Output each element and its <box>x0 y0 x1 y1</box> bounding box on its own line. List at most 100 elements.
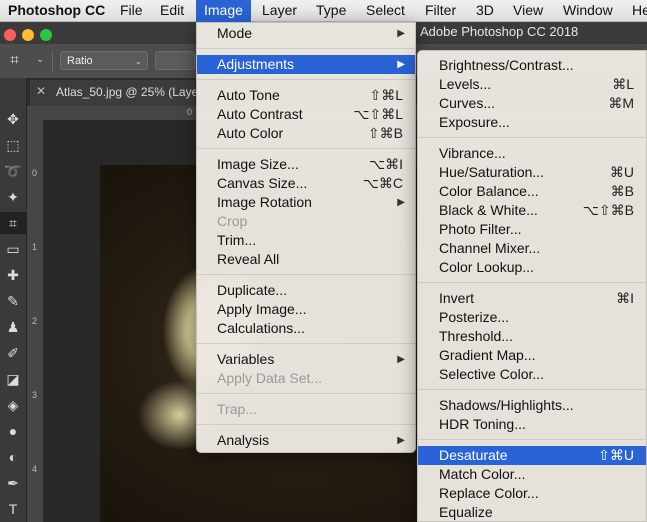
ruler-tool-icon[interactable]: ▭ <box>0 238 26 260</box>
menu-item-black-white[interactable]: Black & White... ⌥⇧⌘B <box>418 201 646 220</box>
paint-bucket-tool-icon[interactable]: ◈ <box>0 394 26 416</box>
eraser-tool-icon[interactable]: ◪ <box>0 368 26 390</box>
zoom-window-icon[interactable] <box>40 29 52 41</box>
menu-item-label: Equalize <box>439 504 493 520</box>
menu-item-mode[interactable]: Mode ▶ <box>197 24 415 43</box>
menu-window[interactable]: Window <box>555 0 621 22</box>
shortcut-label: ⌘U <box>609 164 634 180</box>
menu-item-label: Hue/Saturation... <box>439 164 545 180</box>
close-window-icon[interactable] <box>4 29 16 41</box>
crop-tool-icon[interactable]: ⌗ <box>0 212 26 234</box>
menu-file[interactable]: File <box>112 0 151 22</box>
menu-item-label: Vibrance... <box>439 145 506 161</box>
menu-item-image-rotation[interactable]: Image Rotation ▶ <box>197 193 415 212</box>
menu-select[interactable]: Select <box>358 0 413 22</box>
marquee-tool-icon[interactable]: ⬚ <box>0 134 26 156</box>
crop-ratio-value: Ratio <box>67 55 93 67</box>
menu-item-color-lookup[interactable]: Color Lookup... <box>418 258 646 277</box>
menu-item-exposure[interactable]: Exposure... <box>418 113 646 132</box>
shortcut-label: ⌥⌘I <box>368 156 403 172</box>
divider <box>197 393 415 394</box>
ruler-label: 2 <box>32 316 38 326</box>
menu-item-label: Apply Image... <box>217 301 307 317</box>
ruler-label: 0 <box>32 168 38 178</box>
magic-wand-tool-icon[interactable]: ✦ <box>0 186 26 208</box>
menu-item-adjustments[interactable]: Adjustments ▶ <box>197 55 415 74</box>
pen-tool-icon[interactable]: ✒ <box>0 472 26 494</box>
menu-item-label: Levels... <box>439 76 492 92</box>
menu-filter[interactable]: Filter <box>417 0 464 22</box>
menu-item-trim[interactable]: Trim... <box>197 231 415 250</box>
menu-item-auto-color[interactable]: Auto Color ⇧⌘B <box>197 124 415 143</box>
divider <box>418 282 646 283</box>
crop-ratio-select[interactable]: Ratio ⌄ <box>60 51 148 70</box>
menu-item-equalize[interactable]: Equalize <box>418 503 646 522</box>
menu-app-photoshop[interactable]: Photoshop CC <box>0 0 113 22</box>
menu-item-label: Threshold... <box>439 328 513 344</box>
menu-image[interactable]: Image <box>196 0 251 22</box>
menu-item-selective-color[interactable]: Selective Color... <box>418 365 646 384</box>
menu-item-hue-saturation[interactable]: Hue/Saturation... ⌘U <box>418 163 646 182</box>
document-tab-label: Atlas_50.jpg @ 25% (Layer <box>56 85 203 99</box>
healing-brush-tool-icon[interactable]: ✚ <box>0 264 26 286</box>
menu-type[interactable]: Type <box>308 0 354 22</box>
move-tool-icon[interactable]: ✥ <box>0 108 26 130</box>
menu-layer[interactable]: Layer <box>254 0 305 22</box>
lasso-tool-icon[interactable]: ➰ <box>0 160 26 182</box>
menu-item-invert[interactable]: Invert ⌘I <box>418 289 646 308</box>
menu-item-variables[interactable]: Variables ▶ <box>197 350 415 369</box>
minimize-window-icon[interactable] <box>22 29 34 41</box>
menu-item-label: Invert <box>439 290 475 306</box>
menu-edit[interactable]: Edit <box>152 0 192 22</box>
shortcut-label: ⌘B <box>610 183 634 199</box>
menu-item-shadows-highlights[interactable]: Shadows/Highlights... <box>418 396 646 415</box>
menu-item-duplicate[interactable]: Duplicate... <box>197 281 415 300</box>
menu-item-threshold[interactable]: Threshold... <box>418 327 646 346</box>
menu-item-brightness-contrast[interactable]: Brightness/Contrast... <box>418 56 646 75</box>
menu-item-auto-contrast[interactable]: Auto Contrast ⌥⇧⌘L <box>197 105 415 124</box>
menu-item-label: Exposure... <box>439 114 510 130</box>
history-brush-tool-icon[interactable]: ✐ <box>0 342 26 364</box>
menu-item-gradient-map[interactable]: Gradient Map... <box>418 346 646 365</box>
close-document-icon[interactable]: ✕ <box>36 84 46 98</box>
blur-tool-icon[interactable]: ● <box>0 420 26 442</box>
menu-item-auto-tone[interactable]: Auto Tone ⇧⌘L <box>197 86 415 105</box>
clone-stamp-tool-icon[interactable]: ♟ <box>0 316 26 338</box>
menu-item-image-size[interactable]: Image Size... ⌥⌘I <box>197 155 415 174</box>
chevron-down-icon[interactable]: ⌄ <box>36 54 44 65</box>
type-tool-icon[interactable]: T <box>0 498 26 520</box>
menu-item-match-color[interactable]: Match Color... <box>418 465 646 484</box>
menu-help[interactable]: He <box>624 0 647 22</box>
menu-item-label: Posterize... <box>439 309 510 325</box>
menu-item-label: Adjustments <box>217 56 295 72</box>
menu-item-canvas-size[interactable]: Canvas Size... ⌥⌘C <box>197 174 415 193</box>
adjustments-submenu: Brightness/Contrast... Levels... ⌘L Curve… <box>417 50 647 522</box>
menu-view[interactable]: View <box>505 0 551 22</box>
menu-item-label: Image Rotation <box>217 194 312 210</box>
menu-item-curves[interactable]: Curves... ⌘M <box>418 94 646 113</box>
menu-item-analysis[interactable]: Analysis ▶ <box>197 431 415 450</box>
menu-item-label: Image Size... <box>217 156 299 172</box>
menu-item-photo-filter[interactable]: Photo Filter... <box>418 220 646 239</box>
menu-item-label: Trap... <box>217 401 257 417</box>
menu-item-channel-mixer[interactable]: Channel Mixer... <box>418 239 646 258</box>
menu-3d[interactable]: 3D <box>468 0 502 22</box>
chevron-down-icon: ⌄ <box>134 56 142 66</box>
menu-item-posterize[interactable]: Posterize... <box>418 308 646 327</box>
menu-item-reveal-all[interactable]: Reveal All <box>197 250 415 269</box>
menu-item-apply-image[interactable]: Apply Image... <box>197 300 415 319</box>
submenu-arrow-icon: ▶ <box>397 59 405 70</box>
brush-tool-icon[interactable]: ✎ <box>0 290 26 312</box>
image-menu: Mode ▶ Adjustments ▶ Auto Tone ⇧⌘L Auto Con… <box>196 22 416 453</box>
menu-item-calculations[interactable]: Calculations... <box>197 319 415 338</box>
menu-item-label: Selective Color... <box>439 366 545 382</box>
dodge-tool-icon[interactable]: ◐ <box>0 446 26 468</box>
menu-item-replace-color[interactable]: Replace Color... <box>418 484 646 503</box>
menu-item-vibrance[interactable]: Vibrance... <box>418 144 646 163</box>
ratio-width-field[interactable] <box>155 51 195 70</box>
menu-item-desaturate[interactable]: Desaturate ⇧⌘U <box>418 446 646 465</box>
crop-tool-preset-icon[interactable]: ⌗ <box>10 52 19 70</box>
menu-item-hdr-toning[interactable]: HDR Toning... <box>418 415 646 434</box>
menu-item-color-balance[interactable]: Color Balance... ⌘B <box>418 182 646 201</box>
menu-item-levels[interactable]: Levels... ⌘L <box>418 75 646 94</box>
